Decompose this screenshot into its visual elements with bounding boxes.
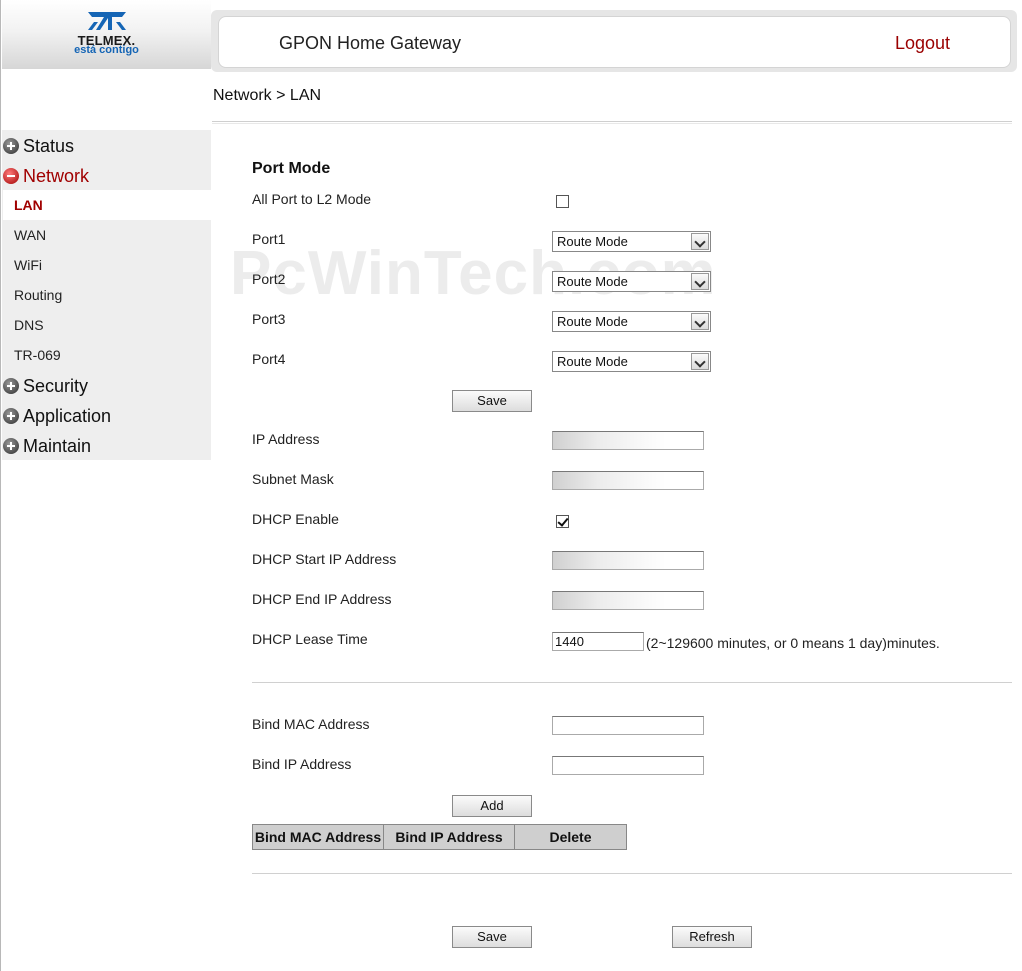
table-header-delete: Delete <box>549 829 592 845</box>
port3-mode-value: Route Mode <box>557 314 628 329</box>
table-header-bind-mac: Bind MAC Address <box>253 825 384 849</box>
expand-plus-icon <box>3 438 19 454</box>
port4-label: Port4 <box>252 351 286 367</box>
telmex-logo: TELMEX. está contigo <box>2 0 211 69</box>
menu-application[interactable]: Application <box>3 404 211 428</box>
port3-mode-select[interactable]: Route Mode <box>552 311 711 332</box>
port2-mode-select[interactable]: Route Mode <box>552 271 711 292</box>
sidebar-item-tr069[interactable]: TR-069 <box>3 340 211 370</box>
ip-address-input[interactable] <box>552 431 704 450</box>
menu-maintain[interactable]: Maintain <box>3 434 211 458</box>
dhcp-end-label: DHCP End IP Address <box>252 591 392 607</box>
menu-security[interactable]: Security <box>3 374 211 398</box>
add-bind-button[interactable]: Add <box>452 795 532 817</box>
dhcp-lease-input[interactable]: 1440 <box>552 632 644 651</box>
brand-tagline: está contigo <box>74 44 139 56</box>
bind-mac-label: Bind MAC Address <box>252 716 370 732</box>
ip-address-label: IP Address <box>252 431 320 447</box>
sidebar-item-routing[interactable]: Routing <box>3 280 211 310</box>
bind-mac-input[interactable] <box>552 716 704 735</box>
page-header-title: GPON Home Gateway <box>279 33 462 53</box>
dhcp-start-input[interactable] <box>552 551 704 570</box>
menu-application-label: Application <box>23 405 112 426</box>
port4-mode-select[interactable]: Route Mode <box>552 351 711 372</box>
collapse-minus-icon <box>3 168 19 184</box>
menu-status[interactable]: Status <box>3 134 211 158</box>
port4-mode-value: Route Mode <box>557 354 628 369</box>
section-divider <box>252 682 1012 683</box>
menu-security-label: Security <box>23 375 89 396</box>
sidebar-item-wifi[interactable]: WiFi <box>3 250 211 280</box>
telmex-logo-mark-icon <box>88 12 126 30</box>
menu-maintain-label: Maintain <box>23 435 92 456</box>
bind-ip-label: Bind IP Address <box>252 756 352 772</box>
section-divider <box>252 873 1012 874</box>
chevron-down-icon <box>691 313 709 330</box>
chevron-down-icon <box>691 353 709 370</box>
sidebar-item-lan[interactable]: LAN <box>3 190 211 220</box>
save-button[interactable]: Save <box>452 926 532 948</box>
dhcp-enable-label: DHCP Enable <box>252 511 339 527</box>
dhcp-start-label: DHCP Start IP Address <box>252 551 397 567</box>
refresh-button[interactable]: Refresh <box>672 926 752 948</box>
logout-link[interactable]: Logout <box>895 33 950 54</box>
table-header-bind-ip: Bind IP Address <box>384 825 515 849</box>
breadcrumb-divider <box>212 121 1012 124</box>
expand-plus-icon <box>3 408 19 424</box>
port2-label: Port2 <box>252 271 286 287</box>
breadcrumb: Network > LAN <box>213 87 322 104</box>
port1-mode-value: Route Mode <box>557 234 628 249</box>
port2-mode-value: Route Mode <box>557 274 628 289</box>
menu-status-label: Status <box>23 135 75 156</box>
port-mode-save-button[interactable]: Save <box>452 390 532 412</box>
dhcp-lease-label: DHCP Lease Time <box>252 631 368 647</box>
dhcp-enable-checkbox[interactable] <box>556 515 569 528</box>
port-mode-heading: Port Mode <box>252 160 331 177</box>
chevron-down-icon <box>691 273 709 290</box>
subnet-mask-input[interactable] <box>552 471 704 490</box>
header-bar: GPON Home Gateway Logout <box>218 16 1011 68</box>
expand-plus-icon <box>3 138 19 154</box>
left-panel: TELMEX. está contigo Status Network LAN … <box>0 0 211 971</box>
all-port-l2-label: All Port to L2 Mode <box>252 191 372 207</box>
sidebar-item-dns[interactable]: DNS <box>3 310 211 340</box>
menu-network-label: Network <box>23 165 90 186</box>
all-port-l2-checkbox[interactable] <box>556 195 569 208</box>
expand-plus-icon <box>3 378 19 394</box>
port1-mode-select[interactable]: Route Mode <box>552 231 711 252</box>
chevron-down-icon <box>691 233 709 250</box>
sidebar-menu: Status Network LAN WAN WiFi Routing DNS … <box>2 130 211 460</box>
menu-network[interactable]: Network <box>3 164 211 188</box>
bind-table: Bind MAC Address Bind IP Address Delete <box>252 824 627 850</box>
subnet-mask-label: Subnet Mask <box>252 471 334 487</box>
dhcp-end-input[interactable] <box>552 591 704 610</box>
dhcp-lease-hint: (2~129600 minutes, or 0 means 1 day)minu… <box>646 635 940 651</box>
sidebar-item-wan[interactable]: WAN <box>3 220 211 250</box>
port1-label: Port1 <box>252 231 286 247</box>
port3-label: Port3 <box>252 311 286 327</box>
bind-ip-input[interactable] <box>552 756 704 775</box>
